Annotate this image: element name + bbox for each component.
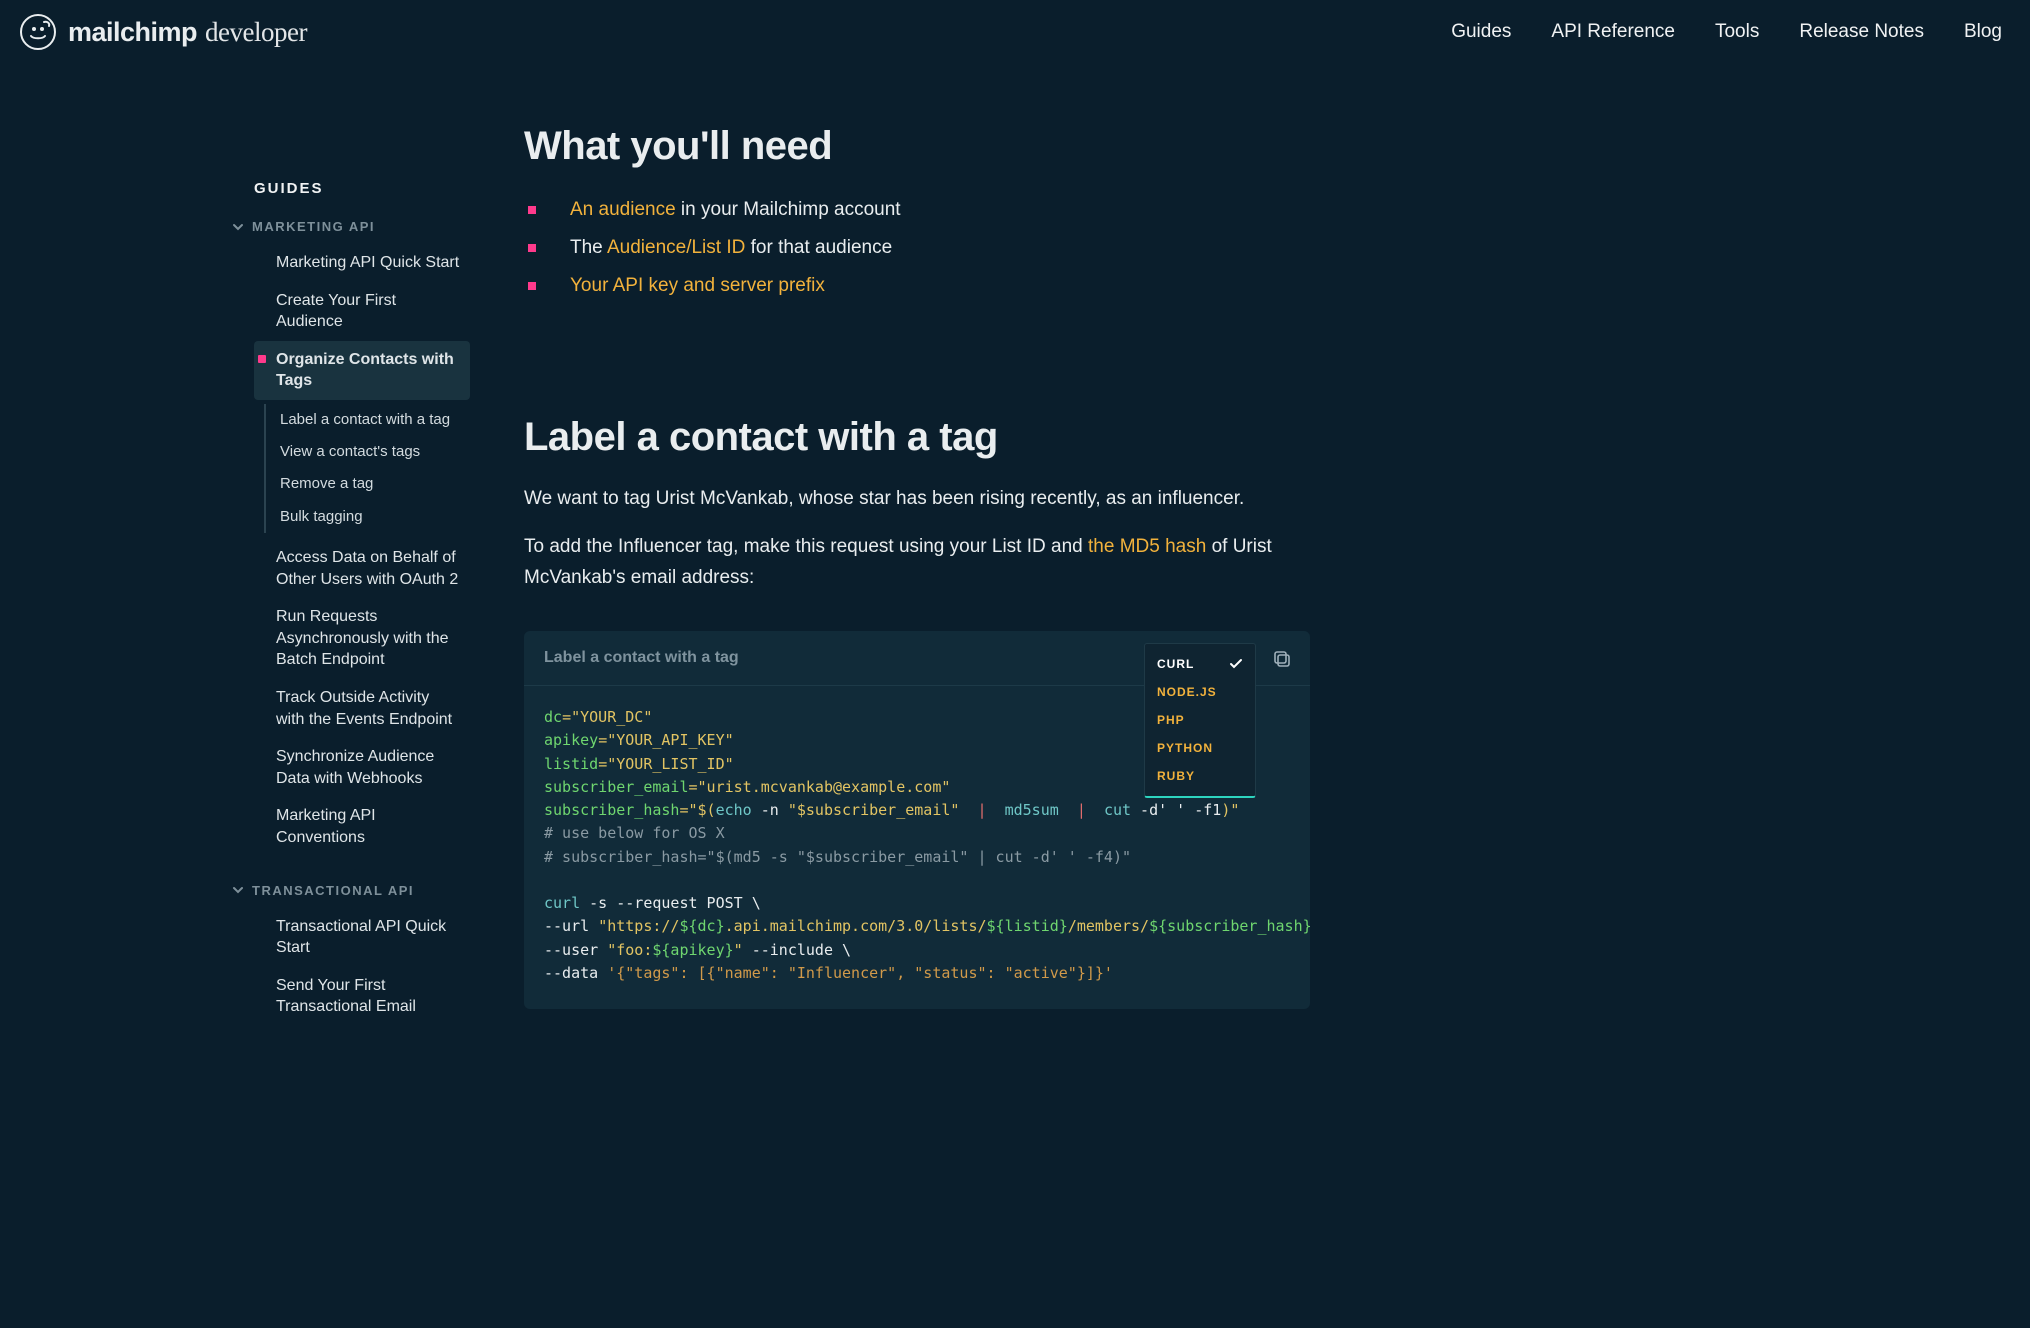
top-nav: Guides API Reference Tools Release Notes… xyxy=(1451,21,2002,43)
brand-sub: developer xyxy=(205,17,307,48)
sidebar-sub-bulk-tagging[interactable]: Bulk tagging xyxy=(266,501,470,533)
nav-api-reference[interactable]: API Reference xyxy=(1551,21,1675,43)
lang-option-curl[interactable]: CURL xyxy=(1145,650,1255,678)
needs-list: An audience in your Mailchimp account Th… xyxy=(528,191,1310,305)
lang-option-python[interactable]: PYTHON xyxy=(1145,734,1255,762)
sidebar-item-label: Synchronize Audience Data with Webhooks xyxy=(276,746,460,789)
sidebar-item-webhooks[interactable]: Synchronize Audience Data with Webhooks xyxy=(254,738,470,797)
heading-what-youll-need: What you'll need xyxy=(524,124,1310,169)
link-api-key[interactable]: Your API key and server prefix xyxy=(570,275,825,296)
nav-release-notes[interactable]: Release Notes xyxy=(1799,21,1924,43)
text: for that audience xyxy=(745,237,892,258)
sidebar-sub-label-contact[interactable]: Label a contact with a tag xyxy=(266,404,470,436)
language-menu: CURL NODE.JS PHP PYTHON RUBY xyxy=(1144,643,1256,798)
lang-label: NODE.JS xyxy=(1157,685,1217,699)
sidebar-item-oauth[interactable]: Access Data on Behalf of Other Users wit… xyxy=(254,539,470,598)
chevron-down-icon xyxy=(232,884,244,896)
sidebar-list-marketing: Marketing API Quick Start Create Your Fi… xyxy=(254,244,470,857)
sidebar-list-transactional: Transactional API Quick Start Send Your … xyxy=(254,908,470,1026)
sidebar-item-label: Marketing API Conventions xyxy=(276,805,460,848)
copy-button[interactable] xyxy=(1272,649,1292,674)
text: in your Mailchimp account xyxy=(676,199,901,220)
sidebar-item-conventions[interactable]: Marketing API Conventions xyxy=(254,797,470,856)
sidebar-sublist: Label a contact with a tag View a contac… xyxy=(264,404,470,533)
code-card: Label a contact with a tag CURL xyxy=(524,631,1310,1009)
sidebar-item-label: Run Requests Asynchronously with the Bat… xyxy=(276,606,460,671)
brand-name: mailchimp xyxy=(68,17,197,48)
brand-wordmark: mailchimp developer xyxy=(68,17,307,48)
top-header: mailchimp developer Guides API Reference… xyxy=(0,0,2030,64)
sidebar-sub-remove-tag[interactable]: Remove a tag xyxy=(266,468,470,500)
sidebar-item-label: Access Data on Behalf of Other Users wit… xyxy=(276,547,460,590)
brand-link[interactable]: mailchimp developer xyxy=(20,14,307,50)
main-content: What you'll need An audience in your Mai… xyxy=(470,64,1350,1049)
sidebar-item-events[interactable]: Track Outside Activity with the Events E… xyxy=(254,679,470,738)
bullet-icon xyxy=(528,244,536,252)
list-item: An audience in your Mailchimp account xyxy=(528,191,1310,229)
sidebar-group-marketing[interactable]: MARKETING API xyxy=(232,219,470,234)
chevron-down-icon xyxy=(232,221,244,233)
text: The xyxy=(570,237,607,258)
lang-option-node[interactable]: NODE.JS xyxy=(1145,678,1255,706)
sidebar-item-label: Create Your First Audience xyxy=(276,290,460,333)
sidebar-group-label: MARKETING API xyxy=(252,219,375,234)
sidebar-item-label: Organize Contacts with Tags xyxy=(276,349,460,392)
sidebar-item-organize-tags[interactable]: Organize Contacts with Tags xyxy=(254,341,470,400)
lang-label: PYTHON xyxy=(1157,741,1213,755)
list-text: An audience in your Mailchimp account xyxy=(570,199,901,221)
sidebar-item-label: Send Your First Transactional Email xyxy=(276,975,460,1018)
text: To add the Influencer tag, make this req… xyxy=(524,536,1088,557)
bullet-icon xyxy=(528,206,536,214)
nav-guides[interactable]: Guides xyxy=(1451,21,1511,43)
list-text: Your API key and server prefix xyxy=(570,275,825,297)
list-item: The Audience/List ID for that audience xyxy=(528,229,1310,267)
list-text: The Audience/List ID for that audience xyxy=(570,237,892,259)
lang-label: RUBY xyxy=(1157,769,1195,783)
nav-blog[interactable]: Blog xyxy=(1964,21,2002,43)
lang-label: PHP xyxy=(1157,713,1185,727)
sidebar-item-label: Marketing API Quick Start xyxy=(276,252,459,274)
sidebar-item-trans-send[interactable]: Send Your First Transactional Email xyxy=(254,967,470,1026)
sidebar-heading: GUIDES xyxy=(254,180,470,197)
paragraph: To add the Influencer tag, make this req… xyxy=(524,532,1310,593)
lang-option-ruby[interactable]: RUBY xyxy=(1145,762,1255,790)
mailchimp-logo-icon xyxy=(20,14,56,50)
link-md5-hash[interactable]: the MD5 hash xyxy=(1088,536,1206,557)
bullet-icon xyxy=(528,282,536,290)
sidebar-item-batch[interactable]: Run Requests Asynchronously with the Bat… xyxy=(254,598,470,679)
sidebar-group-label: TRANSACTIONAL API xyxy=(252,883,414,898)
sidebar-item-trans-quick-start[interactable]: Transactional API Quick Start xyxy=(254,908,470,967)
link-audience-list-id[interactable]: Audience/List ID xyxy=(607,237,745,258)
paragraph: We want to tag Urist McVankab, whose sta… xyxy=(524,484,1310,514)
sidebar: GUIDES MARKETING API Marketing API Quick… xyxy=(0,64,470,1066)
code-title: Label a contact with a tag xyxy=(544,649,739,667)
sidebar-item-label: Transactional API Quick Start xyxy=(276,916,460,959)
sidebar-item-label: Track Outside Activity with the Events E… xyxy=(276,687,460,730)
sidebar-group-transactional[interactable]: TRANSACTIONAL API xyxy=(232,883,470,898)
lang-label: CURL xyxy=(1157,657,1194,671)
check-icon xyxy=(1229,657,1243,671)
nav-tools[interactable]: Tools xyxy=(1715,21,1759,43)
link-an-audience[interactable]: An audience xyxy=(570,199,676,220)
list-item: Your API key and server prefix xyxy=(528,267,1310,305)
heading-label-contact: Label a contact with a tag xyxy=(524,415,1310,460)
sidebar-sub-view-tags[interactable]: View a contact's tags xyxy=(266,436,470,468)
sidebar-item-quick-start[interactable]: Marketing API Quick Start xyxy=(254,244,470,282)
lang-option-php[interactable]: PHP xyxy=(1145,706,1255,734)
sidebar-item-first-audience[interactable]: Create Your First Audience xyxy=(254,282,470,341)
